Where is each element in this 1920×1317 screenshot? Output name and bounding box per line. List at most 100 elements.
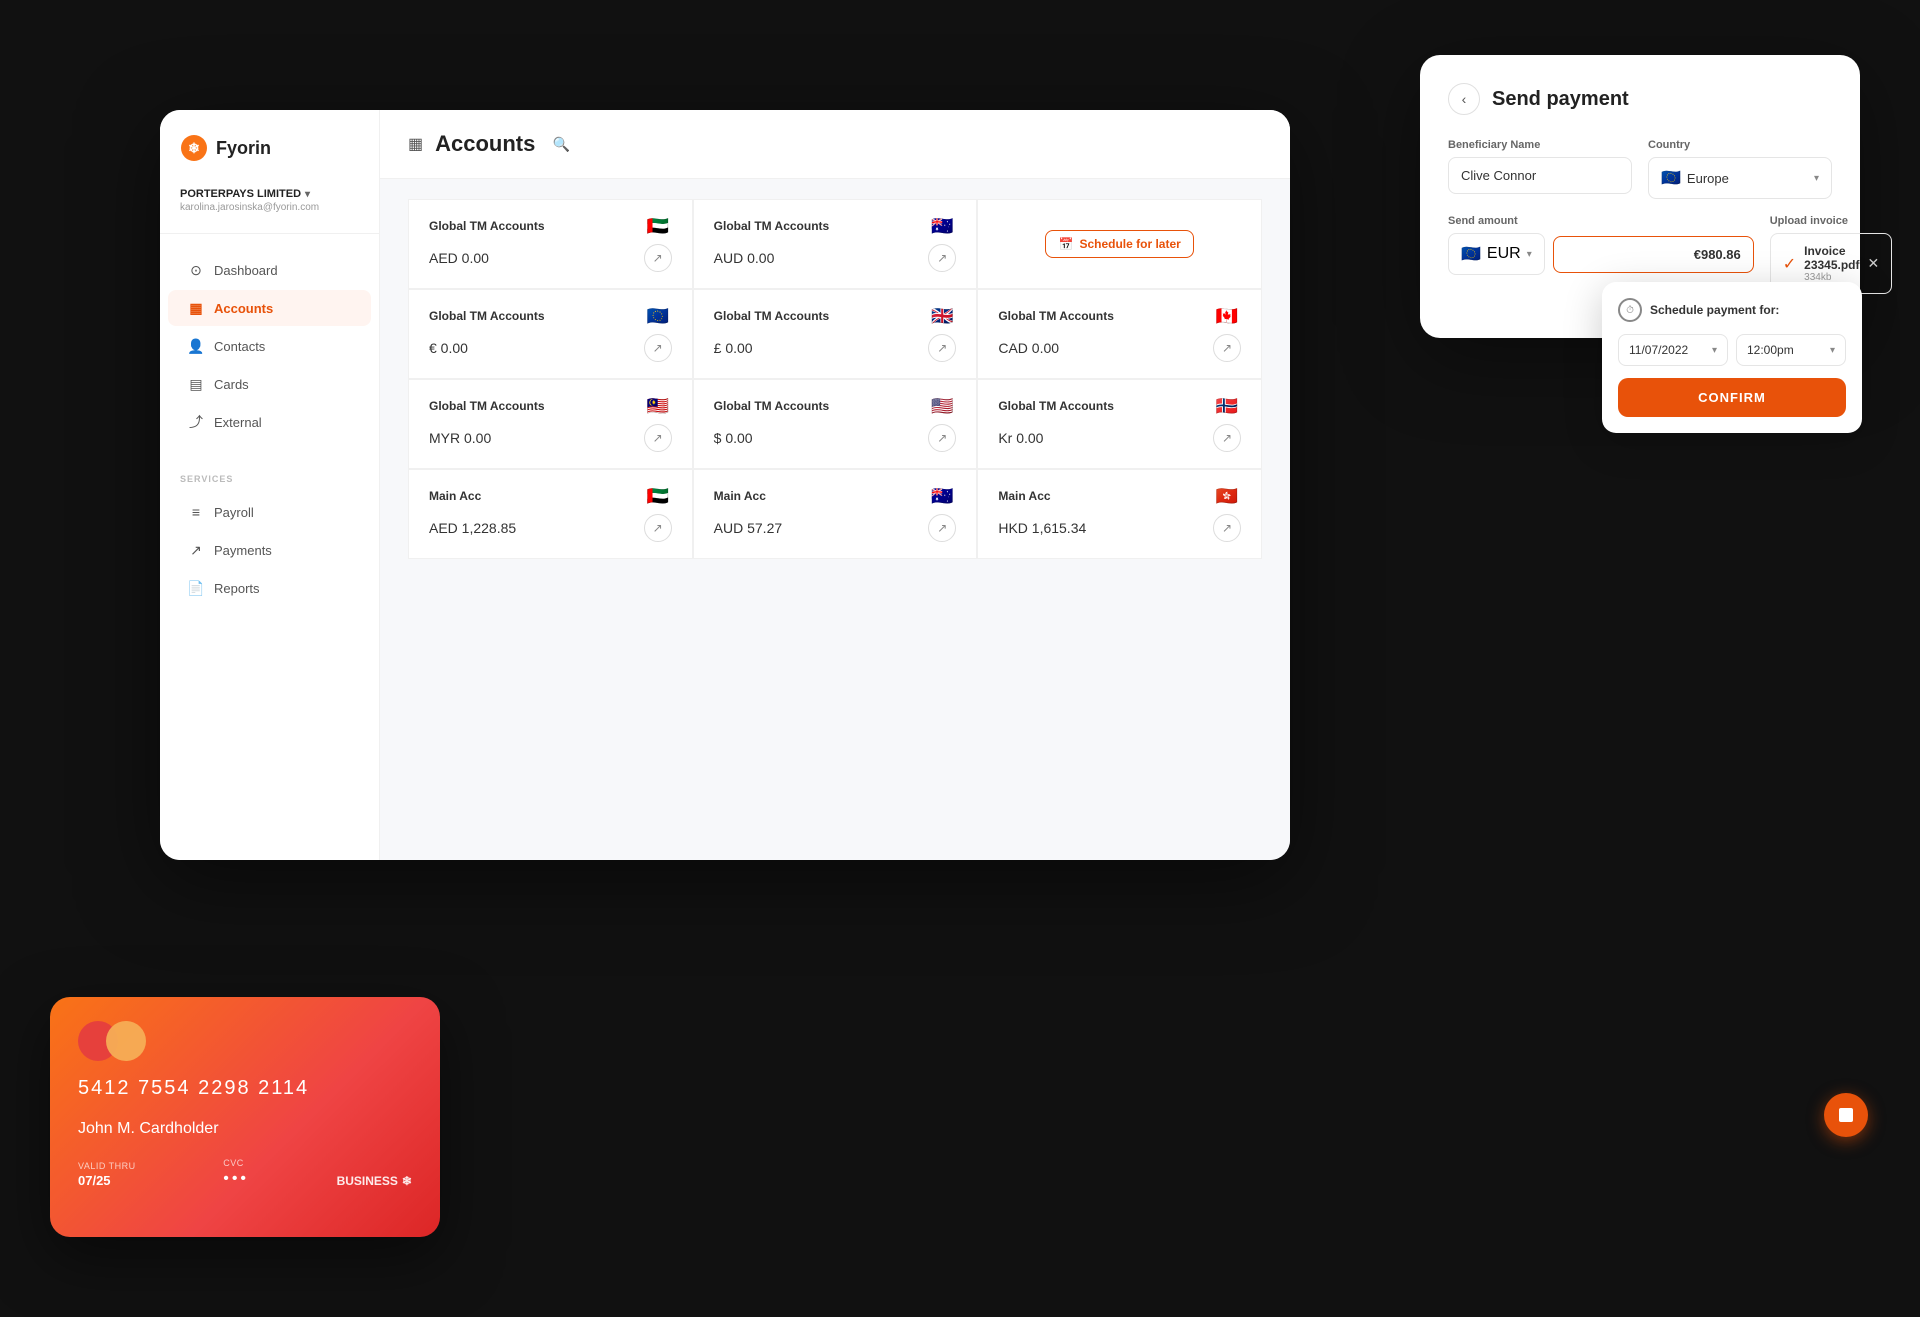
valid-thru-group: VALID THRU 07/25 bbox=[78, 1161, 136, 1188]
sidebar-item-label: Cards bbox=[214, 377, 249, 392]
sidebar-item-label: Accounts bbox=[214, 301, 273, 316]
invoice-name: Invoice 23345.pdf bbox=[1804, 244, 1859, 272]
card-brand: BUSINESS ❄ bbox=[337, 1174, 412, 1188]
account-card-myr: Global TM Accounts 🇲🇾 MYR 0.00 ↗ bbox=[408, 379, 693, 469]
sidebar: ❄ Fyorin PORTERPAYS LIMITED ▾ karolina.j… bbox=[160, 110, 380, 860]
send-button[interactable]: ↗ bbox=[928, 244, 956, 272]
cvc-label: CVC bbox=[223, 1158, 249, 1168]
send-button[interactable]: ↗ bbox=[1213, 514, 1241, 542]
account-card-gbp: Global TM Accounts 🇬🇧 £ 0.00 ↗ bbox=[693, 289, 978, 379]
account-balance: CAD 0.00 bbox=[998, 340, 1059, 356]
no-flag-icon: 🇳🇴 bbox=[1213, 396, 1241, 416]
external-icon: ⤴ bbox=[188, 414, 204, 430]
sidebar-account: PORTERPAYS LIMITED ▾ karolina.jarosinska… bbox=[160, 178, 379, 234]
account-card-cad: Global TM Accounts 🇨🇦 CAD 0.00 ↗ bbox=[977, 289, 1262, 379]
services-nav: SERVICES ≡ Payroll ↗ Payments 📄 Reports bbox=[160, 458, 379, 624]
valid-thru-value: 07/25 bbox=[78, 1173, 136, 1188]
account-name: Main Acc bbox=[429, 489, 481, 503]
eu-flag-icon: 🇪🇺 bbox=[644, 306, 672, 326]
sidebar-item-label: Payroll bbox=[214, 505, 254, 520]
close-icon[interactable]: ✕ bbox=[1868, 255, 1880, 272]
sidebar-item-label: Contacts bbox=[214, 339, 265, 354]
sidebar-item-payroll[interactable]: ≡ Payroll bbox=[168, 494, 371, 530]
credit-card: 5412 7554 2298 2114 John M. Cardholder V… bbox=[50, 997, 440, 1237]
modal-title: Send payment bbox=[1492, 88, 1629, 111]
sidebar-item-cards[interactable]: ▤ Cards bbox=[168, 366, 371, 402]
account-balance: AED 0.00 bbox=[429, 250, 489, 266]
send-button[interactable]: ↗ bbox=[1213, 334, 1241, 362]
app-window: ❄ Fyorin PORTERPAYS LIMITED ▾ karolina.j… bbox=[160, 110, 1290, 860]
eur-flag-icon: 🇪🇺 bbox=[1461, 244, 1481, 264]
amount-row: 🇪🇺 EUR ▾ bbox=[1448, 233, 1754, 275]
account-balance: AUD 57.27 bbox=[714, 520, 782, 536]
send-button[interactable]: ↗ bbox=[928, 424, 956, 452]
contacts-icon: 👤 bbox=[188, 338, 204, 354]
send-button[interactable]: ↗ bbox=[928, 334, 956, 362]
account-name: Global TM Accounts bbox=[714, 309, 830, 323]
back-button[interactable]: ‹ bbox=[1448, 83, 1480, 115]
confirm-button[interactable]: CONFIRM bbox=[1618, 378, 1846, 417]
date-select[interactable]: 11/07/2022 ▾ bbox=[1618, 334, 1728, 366]
chevron-down-icon: ▾ bbox=[1830, 345, 1835, 356]
schedule-later-label: Schedule for later bbox=[1079, 237, 1180, 251]
sidebar-item-reports[interactable]: 📄 Reports bbox=[168, 570, 371, 606]
invoice-details: Invoice 23345.pdf 334kb bbox=[1804, 244, 1859, 283]
send-amount-label: Send amount bbox=[1448, 215, 1754, 227]
snowflake-icon: ❄ bbox=[402, 1174, 412, 1188]
au-flag-icon: 🇦🇺 bbox=[928, 216, 956, 236]
main-content: ▦ Accounts 🔍 Global TM Accounts 🇦🇪 AED 0… bbox=[380, 110, 1290, 860]
account-card-usd: Global TM Accounts 🇺🇸 $ 0.00 ↗ bbox=[693, 379, 978, 469]
account-name: Main Acc bbox=[998, 489, 1050, 503]
send-button[interactable]: ↗ bbox=[644, 244, 672, 272]
amount-input[interactable] bbox=[1553, 236, 1754, 273]
page-header: ▦ Accounts 🔍 bbox=[380, 110, 1290, 179]
send-button[interactable]: ↗ bbox=[644, 514, 672, 542]
fab-button[interactable] bbox=[1824, 1093, 1868, 1137]
company-name[interactable]: PORTERPAYS LIMITED ▾ bbox=[180, 188, 359, 200]
eu-flag-icon: 🇪🇺 bbox=[1661, 168, 1681, 188]
payroll-icon: ≡ bbox=[188, 504, 204, 520]
account-card-main-hkd: Main Acc 🇭🇰 HKD 1,615.34 ↗ bbox=[977, 469, 1262, 559]
sidebar-item-contacts[interactable]: 👤 Contacts bbox=[168, 328, 371, 364]
send-button[interactable]: ↗ bbox=[1213, 424, 1241, 452]
send-button[interactable]: ↗ bbox=[644, 424, 672, 452]
app-name: Fyorin bbox=[216, 138, 271, 159]
country-select[interactable]: 🇪🇺 Europe ▾ bbox=[1648, 157, 1832, 199]
beneficiary-input[interactable] bbox=[1448, 157, 1632, 194]
beneficiary-group: Beneficiary Name bbox=[1448, 139, 1632, 199]
hk-flag-icon: 🇭🇰 bbox=[1213, 486, 1241, 506]
currency-select[interactable]: 🇪🇺 EUR ▾ bbox=[1448, 233, 1545, 275]
dashboard-icon: ⊙ bbox=[188, 262, 204, 278]
account-balance: MYR 0.00 bbox=[429, 430, 491, 446]
send-button[interactable]: ↗ bbox=[928, 514, 956, 542]
beneficiary-label: Beneficiary Name bbox=[1448, 139, 1632, 151]
time-select[interactable]: 12:00pm ▾ bbox=[1736, 334, 1846, 366]
form-row-1: Beneficiary Name Country 🇪🇺 Europe ▾ bbox=[1448, 139, 1832, 199]
account-card-nok: Global TM Accounts 🇳🇴 Kr 0.00 ↗ bbox=[977, 379, 1262, 469]
sidebar-item-payments[interactable]: ↗ Payments bbox=[168, 532, 371, 568]
sidebar-item-accounts[interactable]: ▦ Accounts bbox=[168, 290, 371, 326]
account-balance: € 0.00 bbox=[429, 340, 468, 356]
schedule-later-button[interactable]: 📅 Schedule for later bbox=[1045, 230, 1193, 258]
account-card-aud: Global TM Accounts 🇦🇺 AUD 0.00 ↗ bbox=[693, 199, 978, 289]
sidebar-item-dashboard[interactable]: ⊙ Dashboard bbox=[168, 252, 371, 288]
account-balance: HKD 1,615.34 bbox=[998, 520, 1086, 536]
ae-flag-icon: 🇦🇪 bbox=[644, 216, 672, 236]
clock-icon: ⏱ bbox=[1618, 298, 1642, 322]
card-bottom: VALID THRU 07/25 CVC ••• BUSINESS ❄ bbox=[78, 1158, 412, 1188]
payments-icon: ↗ bbox=[188, 542, 204, 558]
sidebar-item-external[interactable]: ⤴ External bbox=[168, 404, 371, 440]
account-name: Global TM Accounts bbox=[429, 399, 545, 413]
search-button[interactable]: 🔍 bbox=[547, 130, 575, 158]
mastercard-orange-circle bbox=[106, 1021, 146, 1061]
account-name: Global TM Accounts bbox=[714, 219, 830, 233]
upload-invoice-label: Upload invoice bbox=[1770, 215, 1893, 227]
send-button[interactable]: ↗ bbox=[644, 334, 672, 362]
cvc-value: ••• bbox=[223, 1170, 249, 1188]
date-value: 11/07/2022 bbox=[1629, 343, 1688, 357]
card-logo bbox=[78, 1021, 412, 1061]
ca-flag-icon: 🇨🇦 bbox=[1213, 306, 1241, 326]
fyorin-logo-icon: ❄ bbox=[180, 134, 208, 162]
user-email: karolina.jarosinska@fyorin.com bbox=[180, 202, 359, 213]
gb-flag-icon: 🇬🇧 bbox=[928, 306, 956, 326]
